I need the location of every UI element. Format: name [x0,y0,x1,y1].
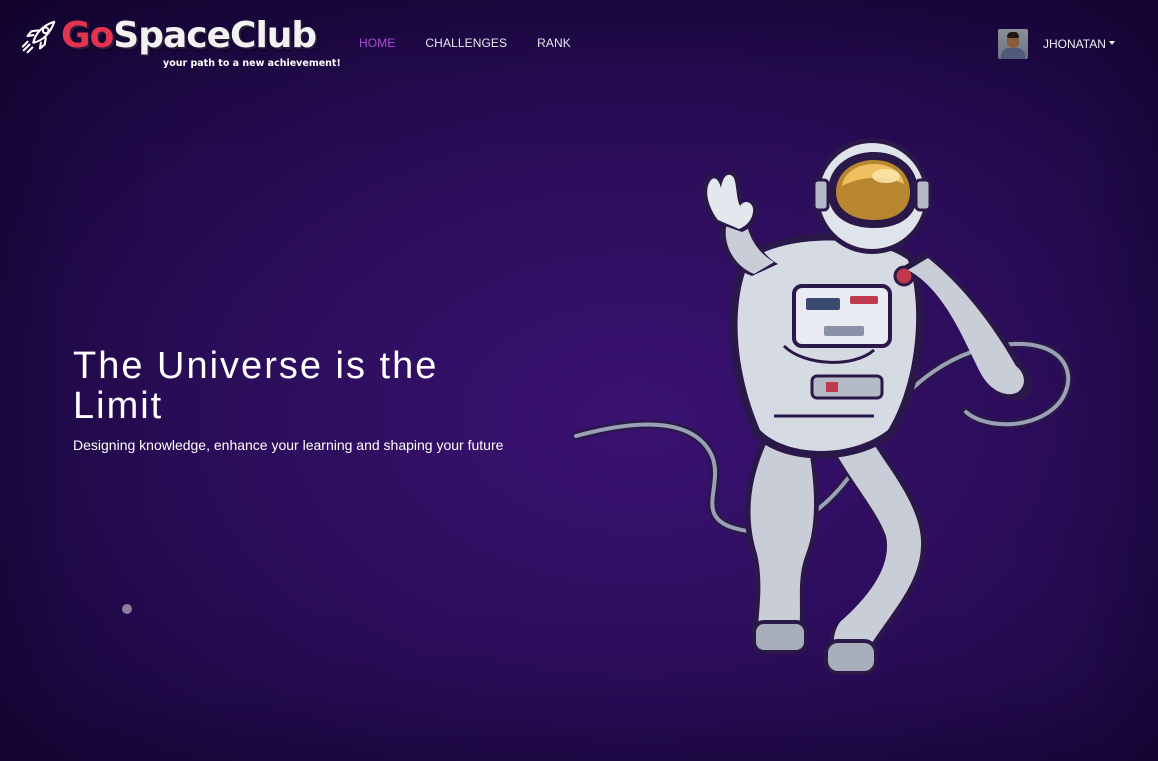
brand-tagline: your path to a new achievement! [163,58,341,69]
caret-down-icon [1108,40,1115,45]
hero-subtitle: Designing knowledge, enhance your learni… [73,437,504,453]
brand-logo[interactable]: GoSpaceClub your path to a new achieveme… [20,14,341,74]
nav-item-home[interactable]: HOME [359,36,395,50]
astronaut-illustration [574,138,1073,675]
rocket-icon [21,20,56,54]
brand-name-rest: SpaceClub [113,15,317,56]
user-name-label: JHONATAN [1043,37,1106,51]
nav-item-rank[interactable]: RANK [537,36,571,50]
main-nav: HOME CHALLENGES RANK [359,36,601,50]
brand-name-go: Go [61,15,114,56]
user-menu[interactable]: JHONATAN [998,28,1115,60]
navbar: GoSpaceClub your path to a new achieveme… [0,0,1158,86]
brand-name: GoSpaceClub [61,14,317,58]
nav-item-challenges[interactable]: CHALLENGES [425,36,507,50]
user-name[interactable]: JHONATAN [1043,37,1115,51]
hero-title: The Universe is the Limit [73,345,439,427]
carousel-indicator[interactable] [122,604,132,614]
avatar[interactable] [998,29,1028,59]
